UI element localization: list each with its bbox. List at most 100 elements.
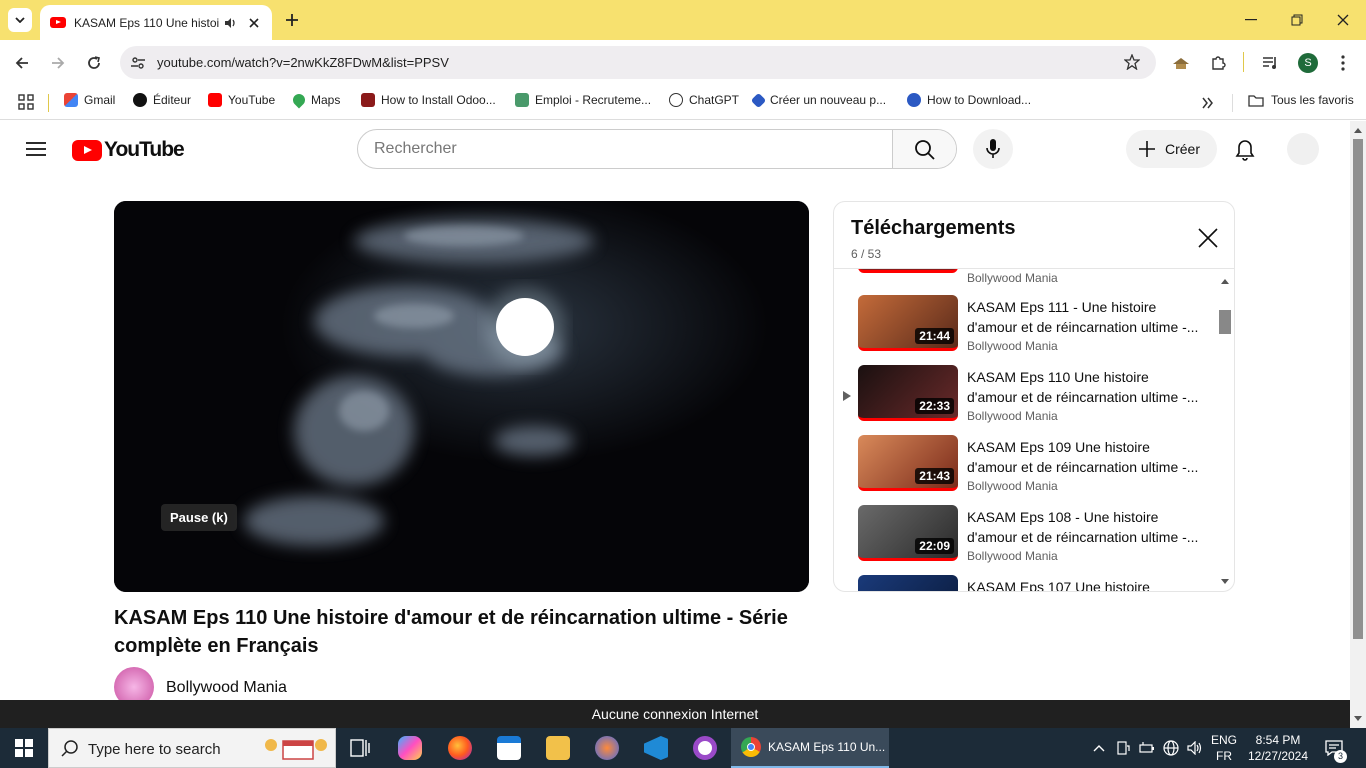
toolbar-divider — [1243, 52, 1244, 72]
paint-app-icon[interactable] — [595, 736, 619, 760]
browser-tab-active[interactable]: KASAM Eps 110 Une histoire d'amour — [40, 5, 272, 40]
list-item[interactable]: 22:09 KASAM Eps 108 - Une histoire d'amou… — [858, 505, 1218, 575]
windows-start-icon[interactable] — [15, 739, 33, 757]
language-indicator[interactable]: ENG FR — [1208, 732, 1240, 764]
restore-button[interactable] — [1274, 0, 1320, 40]
search-icon — [61, 740, 78, 757]
bookmark-maps[interactable]: Maps — [290, 91, 340, 109]
calendar-app-icon[interactable] — [497, 736, 521, 760]
close-playlist-icon[interactable] — [1198, 228, 1218, 248]
clock-date: 12/27/2024 — [1247, 749, 1309, 763]
more-bookmarks-icon[interactable] — [1202, 97, 1214, 109]
bookmark-chatgpt[interactable]: ChatGPT — [669, 93, 739, 107]
bookmark-editeur[interactable]: Éditeur — [133, 93, 191, 107]
reload-icon[interactable] — [86, 55, 102, 71]
diamond-icon — [750, 92, 767, 108]
media-app-icon[interactable] — [693, 736, 717, 760]
bookmark-odoo[interactable]: How to Install Odoo... — [361, 93, 496, 107]
firefox-icon[interactable] — [448, 736, 472, 760]
youtube-logo[interactable]: YouTube — [72, 138, 185, 162]
page-scrollbar-thumb[interactable] — [1353, 139, 1363, 639]
minimize-button[interactable] — [1228, 0, 1274, 40]
file-explorer-icon[interactable] — [546, 736, 570, 760]
item-channel: Bollywood Mania — [967, 409, 1058, 423]
taskbar-chrome-window[interactable]: KASAM Eps 110 Un... — [731, 728, 889, 768]
emploi-site-icon — [515, 93, 529, 107]
taskbar-search-box[interactable]: Type here to search — [48, 728, 336, 768]
copilot-icon[interactable] — [398, 736, 422, 760]
tab-title: KASAM Eps 110 Une histoire d'amour — [74, 15, 219, 30]
video-thumbnail — [858, 575, 958, 591]
extensions-puzzle-icon[interactable] — [1210, 55, 1226, 71]
duration-badge: 21:43 — [915, 468, 954, 484]
partial-item-channel: Bollywood Mania — [967, 271, 1058, 285]
battery-icon[interactable] — [1139, 741, 1155, 755]
notifications-bell-icon[interactable] — [1235, 139, 1255, 161]
keyboard-layout: FR — [1216, 749, 1232, 763]
clock[interactable]: 8:54 PM 12/27/2024 — [1246, 732, 1310, 764]
item-channel: Bollywood Mania — [967, 479, 1058, 493]
apps-grid-icon[interactable] — [18, 94, 34, 110]
search-input[interactable]: Rechercher — [374, 140, 457, 158]
all-bookmarks-folder[interactable]: Tous les favoris — [1248, 93, 1354, 107]
video-thumbnail: 21:44 — [858, 295, 958, 351]
bookmark-youtube[interactable]: YouTube — [208, 93, 275, 107]
tab-search-button[interactable] — [8, 8, 32, 32]
youtube-icon — [208, 93, 222, 107]
item-title: KASAM Eps 111 - Une histoire d'amour et d… — [967, 299, 1199, 335]
bookmark-gmail[interactable]: Gmail — [64, 93, 115, 107]
scroll-down-arrow-icon[interactable] — [1221, 579, 1229, 585]
vscode-icon[interactable] — [644, 736, 668, 760]
task-view-icon[interactable] — [350, 739, 370, 757]
list-item-current[interactable]: 22:33 KASAM Eps 110 Une histoire d'amour … — [858, 365, 1218, 435]
page-scroll-up-icon[interactable] — [1354, 127, 1362, 133]
youtube-logo-text: YouTube — [104, 138, 185, 161]
video-frame — [114, 201, 809, 592]
media-queue-icon[interactable] — [1262, 55, 1280, 71]
playlist-scrollbar-thumb[interactable] — [1219, 310, 1231, 334]
forward-arrow-icon[interactable] — [50, 55, 66, 71]
video-player[interactable]: Pause (k) — [114, 201, 809, 592]
network-globe-icon[interactable] — [1163, 740, 1179, 756]
bookmark-emploi[interactable]: Emploi - Recruteme... — [515, 93, 651, 107]
close-window-button[interactable] — [1320, 0, 1366, 40]
search-button[interactable] — [892, 130, 956, 168]
channel-avatar[interactable] — [114, 667, 154, 700]
device-icon[interactable] — [1116, 741, 1130, 755]
browser-tab-bar: KASAM Eps 110 Une histoire d'amour — [0, 0, 1366, 40]
video-thumbnail: 22:09 — [858, 505, 958, 561]
item-title: KASAM Eps 109 Une histoire d'amour et de … — [967, 439, 1199, 475]
odoo-site-icon — [361, 93, 375, 107]
page-scrollbar[interactable] — [1350, 121, 1366, 728]
extension-hat-icon[interactable] — [1172, 55, 1190, 71]
bookmark-star-icon[interactable] — [1124, 54, 1140, 70]
back-arrow-icon[interactable] — [14, 55, 30, 71]
thumbnail-partial[interactable] — [858, 269, 958, 273]
menu-kebab-icon[interactable] — [1341, 55, 1345, 71]
page-scroll-down-icon[interactable] — [1354, 716, 1362, 722]
bookmarks-divider-2 — [1232, 94, 1233, 112]
profile-avatar[interactable]: S — [1298, 53, 1318, 73]
bookmark-download[interactable]: How to Download... — [907, 93, 1031, 107]
scroll-up-arrow-icon[interactable] — [1221, 278, 1229, 284]
close-tab-icon[interactable] — [249, 17, 259, 28]
create-button[interactable]: Créer — [1126, 130, 1217, 168]
channel-name[interactable]: Bollywood Mania — [166, 679, 287, 697]
list-item[interactable]: 21:43 KASAM Eps 109 Une histoire d'amour … — [858, 435, 1218, 505]
new-tab-icon[interactable] — [285, 13, 299, 27]
speaker-icon[interactable] — [223, 16, 237, 30]
playlist-position: 6 / 53 — [851, 247, 882, 261]
search-box[interactable]: Rechercher — [357, 129, 957, 169]
volume-icon[interactable] — [1187, 741, 1203, 755]
list-item[interactable]: KASAM Eps 107 Une histoire — [858, 575, 1218, 591]
list-item[interactable]: 21:44 KASAM Eps 111 - Une histoire d'amou… — [858, 295, 1218, 365]
hamburger-menu-icon[interactable] — [26, 141, 46, 157]
address-bar[interactable]: youtube.com/watch?v=2nwKkZ8FDwM&list=PPS… — [120, 46, 1156, 79]
voice-search-button[interactable] — [973, 129, 1013, 169]
site-settings-icon[interactable] — [130, 55, 146, 71]
account-avatar[interactable] — [1287, 133, 1319, 165]
maps-pin-icon — [290, 91, 308, 109]
tray-chevron-up-icon[interactable] — [1093, 744, 1105, 752]
item-channel: Bollywood Mania — [967, 339, 1058, 353]
bookmark-creer[interactable]: Créer un nouveau p... — [750, 92, 886, 108]
